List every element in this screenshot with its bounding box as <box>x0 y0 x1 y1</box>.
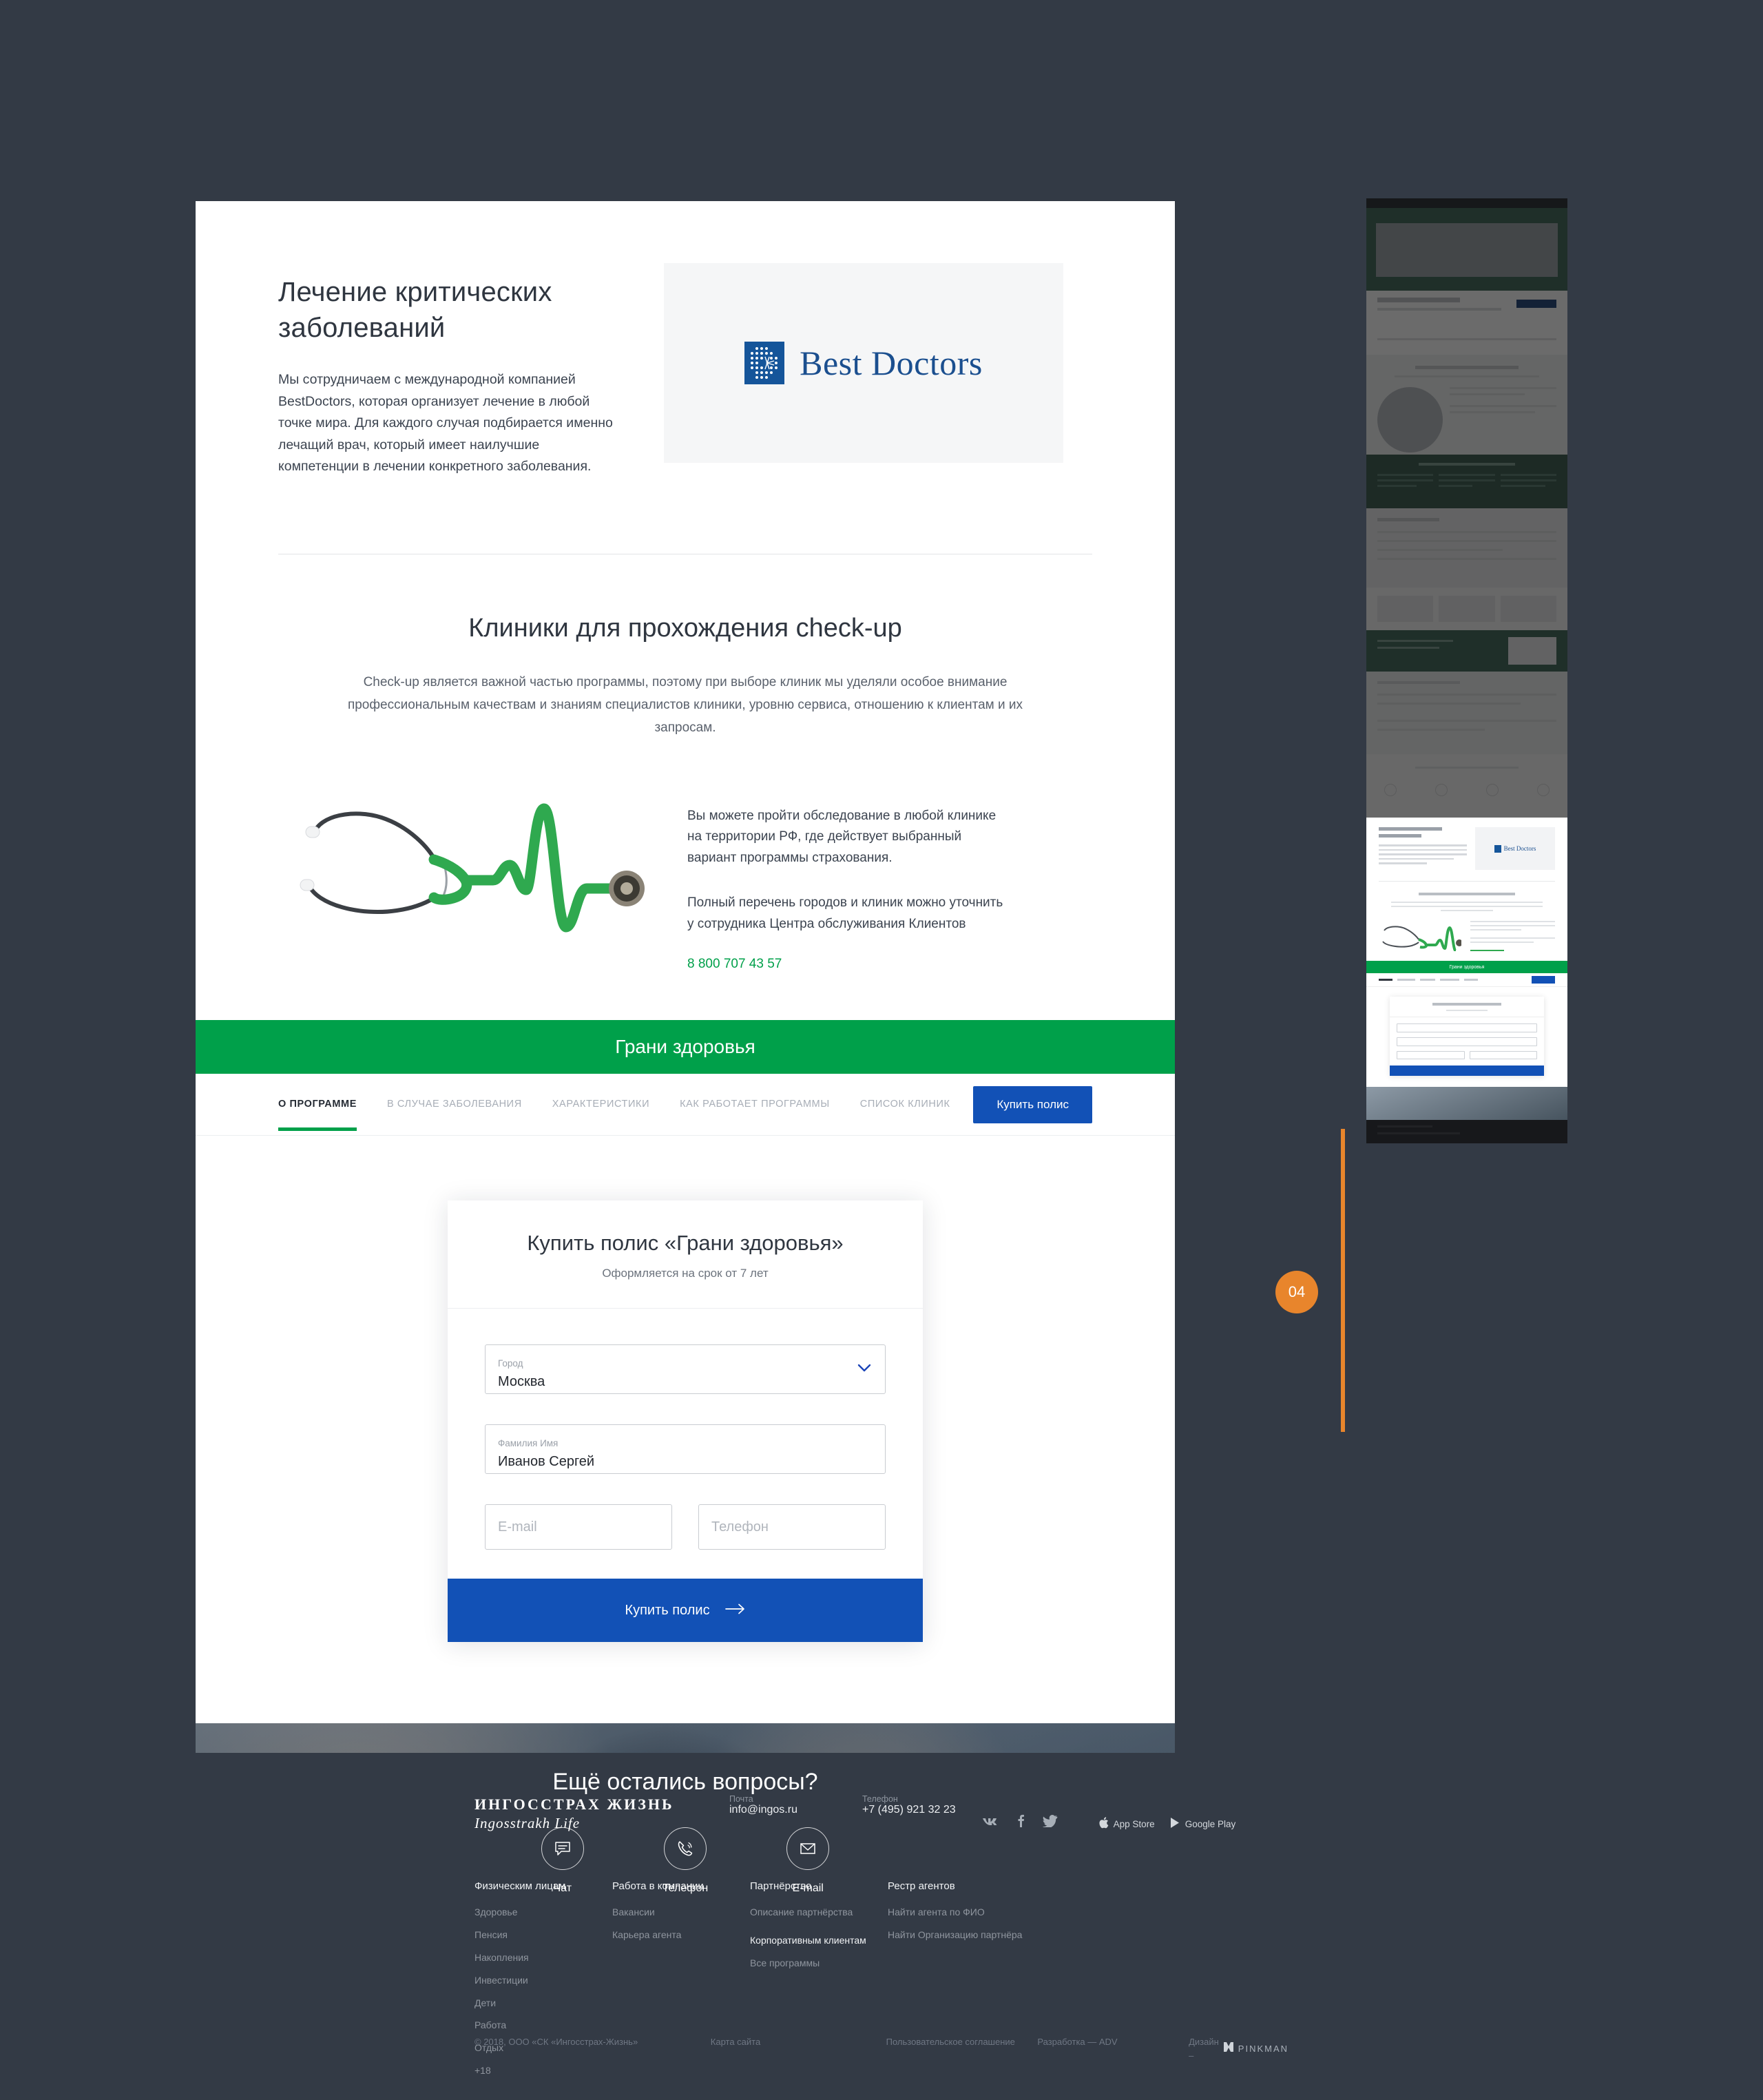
tab-characteristics[interactable]: ХАРАКТЕРИСТИКИ <box>552 1079 649 1130</box>
footer-designer-name: PINKMAN <box>1238 2043 1289 2054</box>
footer-designer-label: Дизайн – <box>1189 2037 1219 2061</box>
footer-sitemap-link[interactable]: Карта сайта <box>711 2035 886 2049</box>
footer-link[interactable]: Инвестиции <box>474 1974 612 1987</box>
buy-policy-submit-button[interactable]: Купить полис <box>448 1579 923 1643</box>
preview-thumbnail-current[interactable]: Best Doctors Грани здоровья <box>1366 818 1567 1120</box>
email-field[interactable]: E-mail <box>485 1504 672 1550</box>
city-value: Москва <box>498 1373 545 1389</box>
contact-channel-phone-label: Телефон <box>662 1882 709 1895</box>
footer-designer: Дизайн – PINKMAN <box>1189 2035 1289 2062</box>
program-band-title: Грани здоровья <box>615 1036 755 1058</box>
footer-subheading-corporate: Корпоративным клиентам <box>750 1934 866 1946</box>
checkup-title: Клиники для прохождения check-up <box>468 613 902 643</box>
best-doctors-mark-icon <box>744 342 785 384</box>
hero-section: Лечение критических заболеваний Мы сотру… <box>196 201 1175 478</box>
phone-icon <box>664 1827 707 1871</box>
footer-link[interactable]: Накопления <box>474 1951 612 1964</box>
purchase-form-section: Купить полис «Грани здоровья» Оформляетс… <box>196 1136 1175 1723</box>
fullname-value: Иванов Сергей <box>498 1453 595 1469</box>
checkup-intro: Check-up является важной частью программ… <box>347 674 1023 736</box>
checkup-section: Клиники для прохождения check-up Check-u… <box>196 554 1175 1021</box>
tab-clinic-list[interactable]: СПИСОК КЛИНИК <box>860 1079 950 1130</box>
email-placeholder: E-mail <box>498 1519 537 1535</box>
contact-channel-chat-label: Чат <box>553 1882 572 1895</box>
google-play-button[interactable]: Google Play <box>1170 1817 1236 1831</box>
hero-paragraph: Мы сотрудничаем с международной компание… <box>278 372 613 475</box>
footer-developer: Разработка — ADV <box>1037 2037 1118 2047</box>
contact-channel-phone[interactable]: Телефон <box>663 1827 708 1895</box>
footer-link[interactable]: +18 <box>474 2064 612 2077</box>
tab-how-program-works[interactable]: КАК РАБОТАЕТ ПРОГРАММЫ <box>680 1079 830 1130</box>
contact-channel-email[interactable]: E-mail <box>786 1827 830 1895</box>
checkup-paragraph-2: Полный перечень городов и клиник можно у… <box>687 895 1003 931</box>
checkup-text-column: Вы можете пройти обследование в любой кл… <box>687 780 1011 973</box>
preview-thumbnail-3[interactable] <box>1366 1120 1567 1143</box>
arrow-right-icon <box>724 1603 746 1619</box>
footer-link[interactable]: Здоровье <box>474 1906 612 1919</box>
google-play-label: Google Play <box>1185 1818 1236 1829</box>
hero-text-column: Лечение критических заболеваний Мы сотру… <box>278 263 623 478</box>
footer-bottom-bar: © 2018, ООО «СК «Ингосстрах-Жизнь» Карта… <box>474 2035 1289 2062</box>
page-title: Лечение критических заболеваний <box>278 277 552 343</box>
pinkman-logo-icon <box>1223 2041 1233 2056</box>
page-canvas: Лечение критических заболеваний Мы сотру… <box>196 201 1175 1951</box>
purchase-form-card: Купить полис «Грани здоровья» Оформляетс… <box>448 1200 923 1643</box>
tab-list: О ПРОГРАММЕ В СЛУЧАЕ ЗАБОЛЕВАНИЯ ХАРАКТЕ… <box>278 1079 973 1131</box>
footer-link[interactable]: Карьера агента <box>612 1929 750 1942</box>
buy-policy-top-button[interactable]: Купить полис <box>973 1085 1092 1123</box>
footer-copyright: © 2018, ООО «СК «Ингосстрах-Жизнь» <box>474 2037 638 2047</box>
chevron-down-icon[interactable] <box>857 1363 871 1375</box>
footer-link[interactable]: Пенсия <box>474 1929 612 1942</box>
preview-active-marker-line <box>1341 1129 1345 1432</box>
footer-link[interactable]: Найти Организацию партнёра <box>888 1929 1025 1942</box>
footer-link[interactable]: Найти агента по ФИО <box>888 1906 1025 1919</box>
screenshot-canvas: Лечение критических заболеваний Мы сотру… <box>0 0 1763 2100</box>
phone-field[interactable]: Телефон <box>698 1504 886 1550</box>
form-body: Город Москва Фамилия Имя Иванов Сергей E… <box>448 1309 923 1579</box>
page-preview-strip[interactable]: Best Doctors Грани здоровья <box>1366 198 1567 1143</box>
best-doctors-logo: Best Doctors <box>744 342 983 384</box>
footer-link[interactable]: Все программы <box>750 1957 888 1970</box>
contact-channel-chat[interactable]: Чат <box>541 1827 584 1895</box>
preview-page-number-badge: 04 <box>1275 1271 1318 1313</box>
form-header: Купить полис «Грани здоровья» Оформляетс… <box>448 1200 923 1309</box>
form-subtitle: Оформляется на срок от 7 лет <box>602 1267 769 1280</box>
partner-logo-panel: Best Doctors <box>664 263 1063 463</box>
phone-placeholder: Телефон <box>711 1519 769 1535</box>
checkup-paragraph-1: Вы можете пройти обследование в любой кл… <box>687 808 997 866</box>
best-doctors-wordmark: Best Doctors <box>800 344 983 382</box>
footer-link[interactable]: Вакансии <box>612 1906 750 1919</box>
chat-icon <box>541 1827 584 1871</box>
footer-link[interactable]: Дети <box>474 1997 612 2010</box>
questions-title: Ещё остались вопросы? <box>552 1769 818 1796</box>
city-label: Город <box>498 1358 523 1369</box>
program-tabbar: О ПРОГРАММЕ В СЛУЧАЕ ЗАБОЛЕВАНИЯ ХАРАКТЕ… <box>196 1074 1175 1136</box>
program-band: Грани здоровья <box>196 1020 1175 1074</box>
contact-channel-list: Чат Телефон E-mail <box>196 1827 1175 1895</box>
city-select[interactable]: Город Москва <box>485 1344 886 1395</box>
fullname-field[interactable]: Фамилия Имя Иванов Сергей <box>485 1424 886 1475</box>
submit-label: Купить полис <box>625 1602 710 1618</box>
mail-icon <box>786 1827 830 1871</box>
footer-link[interactable]: Описание партнёрства <box>750 1906 888 1919</box>
contact-channel-email-label: E-mail <box>792 1882 824 1895</box>
stethoscope-ecg-image <box>278 780 664 952</box>
fullname-label: Фамилия Имя <box>498 1438 559 1449</box>
footer-agreement-link[interactable]: Пользовательское соглашение <box>886 2035 1038 2049</box>
mini-stethoscope-icon <box>1382 926 1463 953</box>
tab-about-program[interactable]: О ПРОГРАММЕ <box>278 1079 357 1131</box>
footer-link[interactable]: Работа <box>474 2019 612 2032</box>
preview-thumbnail-1[interactable] <box>1366 198 1567 818</box>
form-title: Купить полис «Грани здоровья» <box>527 1231 844 1256</box>
support-phone-link[interactable]: 8 800 707 43 57 <box>687 957 782 972</box>
tab-in-case-of-illness[interactable]: В СЛУЧАЕ ЗАБОЛЕВАНИЯ <box>387 1079 522 1130</box>
